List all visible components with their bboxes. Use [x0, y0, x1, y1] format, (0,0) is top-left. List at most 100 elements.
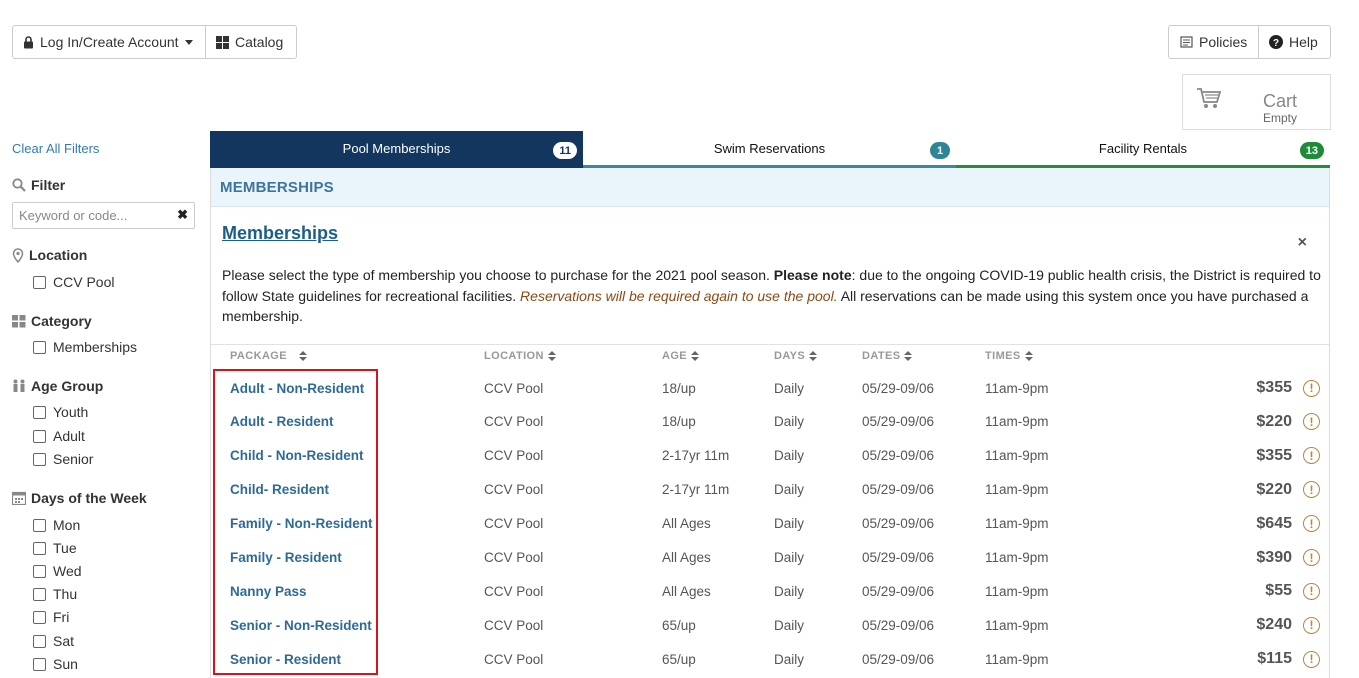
- day-option-tue[interactable]: Tue: [33, 540, 77, 556]
- age-cell: 65/up: [662, 617, 696, 633]
- location-heading-label: Location: [29, 247, 88, 263]
- category-option-memberships[interactable]: Memberships: [33, 339, 137, 355]
- panel-header: MEMBERSHIPS: [211, 168, 1329, 207]
- section-title-link[interactable]: Memberships: [222, 223, 338, 244]
- dates-cell: 05/29-09/06: [862, 516, 935, 532]
- column-header-times[interactable]: TIMES: [985, 350, 1033, 362]
- age-cell: All Ages: [662, 550, 711, 565]
- day-option-sun[interactable]: Sun: [33, 656, 78, 672]
- table-row: Child - Non-Resident CCV Pool 2-17yr 11m Da…: [211, 439, 1329, 473]
- clear-all-filters-link[interactable]: Clear All Filters: [12, 141, 99, 156]
- info-button[interactable]: !: [1303, 574, 1320, 608]
- tab-swim-reservations[interactable]: Swim Reservations 1: [583, 131, 956, 168]
- package-link[interactable]: Nanny Pass: [230, 574, 307, 608]
- package-link[interactable]: Family - Non-Resident: [230, 507, 373, 541]
- age-cell: 65/up: [662, 651, 696, 667]
- clear-search-icon[interactable]: ✖: [177, 207, 188, 223]
- age-option-youth[interactable]: Youth: [33, 404, 88, 420]
- location-option-ccv-pool[interactable]: CCV Pool: [33, 274, 114, 290]
- checkbox[interactable]: [33, 275, 46, 289]
- info-button[interactable]: !: [1303, 473, 1320, 507]
- package-link[interactable]: Adult - Resident: [230, 405, 334, 439]
- count-badge: 13: [1299, 142, 1324, 159]
- info-button[interactable]: !: [1303, 608, 1320, 642]
- location-cell: CCV Pool: [484, 583, 544, 599]
- days-cell: Daily: [774, 380, 805, 396]
- checkbox[interactable]: [33, 518, 46, 532]
- price-cell: $355: [1256, 379, 1292, 396]
- location-cell: CCV Pool: [484, 414, 544, 430]
- info-button[interactable]: !: [1303, 405, 1320, 439]
- cart-widget[interactable]: Cart Empty: [1182, 74, 1331, 130]
- day-option-fri[interactable]: Fri: [33, 609, 69, 625]
- column-header-package[interactable]: PACKAGE: [230, 350, 307, 362]
- price-cell: $645: [1256, 514, 1292, 532]
- checkbox[interactable]: [33, 610, 46, 624]
- calendar-icon: [12, 491, 26, 505]
- document-icon: [1179, 36, 1193, 48]
- info-button[interactable]: !: [1303, 371, 1320, 405]
- tab-label: Pool Memberships: [342, 140, 451, 156]
- desc-italic: Reservations will be required again to u…: [520, 287, 838, 304]
- option-label: Tue: [53, 540, 77, 556]
- login-create-account-button[interactable]: Log In/Create Account: [12, 25, 206, 59]
- package-link[interactable]: Child- Resident: [230, 473, 329, 507]
- age-cell: All Ages: [662, 516, 711, 532]
- days-cell: Daily: [774, 617, 805, 633]
- checkbox[interactable]: [33, 587, 46, 601]
- catalog-label: Catalog: [235, 34, 284, 50]
- table-row: Senior - Resident CCV Pool 65/up Daily 05/29…: [211, 642, 1329, 676]
- dates-cell: 05/29-09/06: [862, 651, 935, 667]
- package-link[interactable]: Adult - Non-Resident: [230, 371, 364, 405]
- checkbox[interactable]: [33, 634, 46, 648]
- package-link[interactable]: Senior - Resident: [230, 642, 341, 676]
- package-link[interactable]: Child - Non-Resident: [230, 439, 364, 473]
- day-option-sat[interactable]: Sat: [33, 633, 74, 649]
- info-button[interactable]: !: [1303, 541, 1320, 575]
- policies-button[interactable]: Policies: [1168, 25, 1259, 59]
- tab-pool-memberships[interactable]: Pool Memberships 11: [210, 131, 583, 168]
- info-button[interactable]: !: [1303, 507, 1320, 541]
- day-option-mon[interactable]: Mon: [33, 517, 80, 533]
- info-button[interactable]: !: [1303, 439, 1320, 473]
- tab-label: Facility Rentals: [1098, 140, 1188, 156]
- help-button[interactable]: ? Help: [1258, 25, 1331, 59]
- column-header-age[interactable]: AGE: [662, 350, 700, 362]
- exclamation-circle-icon: !: [1303, 515, 1320, 533]
- age-option-adult[interactable]: Adult: [33, 428, 85, 444]
- age-option-senior[interactable]: Senior: [33, 451, 93, 467]
- shopping-cart-icon: [1196, 87, 1222, 112]
- exclamation-circle-icon: !: [1303, 549, 1320, 566]
- column-label: TIMES: [985, 350, 1021, 362]
- column-label: DATES: [862, 350, 901, 362]
- checkbox[interactable]: [33, 405, 46, 419]
- cart-title: Cart: [1263, 91, 1298, 111]
- column-header-dates[interactable]: DATES: [862, 350, 913, 362]
- age-cell: 2-17yr 11m: [662, 482, 730, 498]
- package-link[interactable]: Family - Resident: [230, 541, 342, 575]
- catalog-button[interactable]: Catalog: [205, 25, 297, 59]
- caret-down-icon: [184, 39, 193, 45]
- days-cell: Daily: [774, 583, 805, 599]
- package-link[interactable]: Senior - Non-Resident: [230, 608, 372, 642]
- column-header-days[interactable]: DAYS: [774, 350, 818, 362]
- day-option-thu[interactable]: Thu: [33, 586, 77, 602]
- tab-facility-rentals[interactable]: Facility Rentals 13: [956, 131, 1330, 168]
- table-row: Adult - Resident CCV Pool 18/up Daily 05/29-…: [211, 405, 1329, 439]
- checkbox[interactable]: [33, 564, 46, 578]
- info-button[interactable]: !: [1303, 642, 1320, 676]
- checkbox[interactable]: [33, 340, 46, 354]
- close-icon[interactable]: ×: [1298, 234, 1307, 252]
- checkbox[interactable]: [33, 657, 46, 671]
- keyword-search-input[interactable]: [13, 203, 163, 228]
- location-cell: CCV Pool: [484, 380, 544, 396]
- desc-bold: Please note: [773, 267, 852, 283]
- column-header-location[interactable]: LOCATION: [484, 350, 556, 362]
- checkbox[interactable]: [33, 541, 46, 555]
- filter-heading-label: Filter: [31, 177, 66, 193]
- checkbox[interactable]: [33, 452, 46, 466]
- day-option-wed[interactable]: Wed: [33, 563, 82, 579]
- checkbox[interactable]: [33, 429, 46, 443]
- tab-label: Swim Reservations: [713, 140, 826, 156]
- lock-icon: [23, 35, 34, 49]
